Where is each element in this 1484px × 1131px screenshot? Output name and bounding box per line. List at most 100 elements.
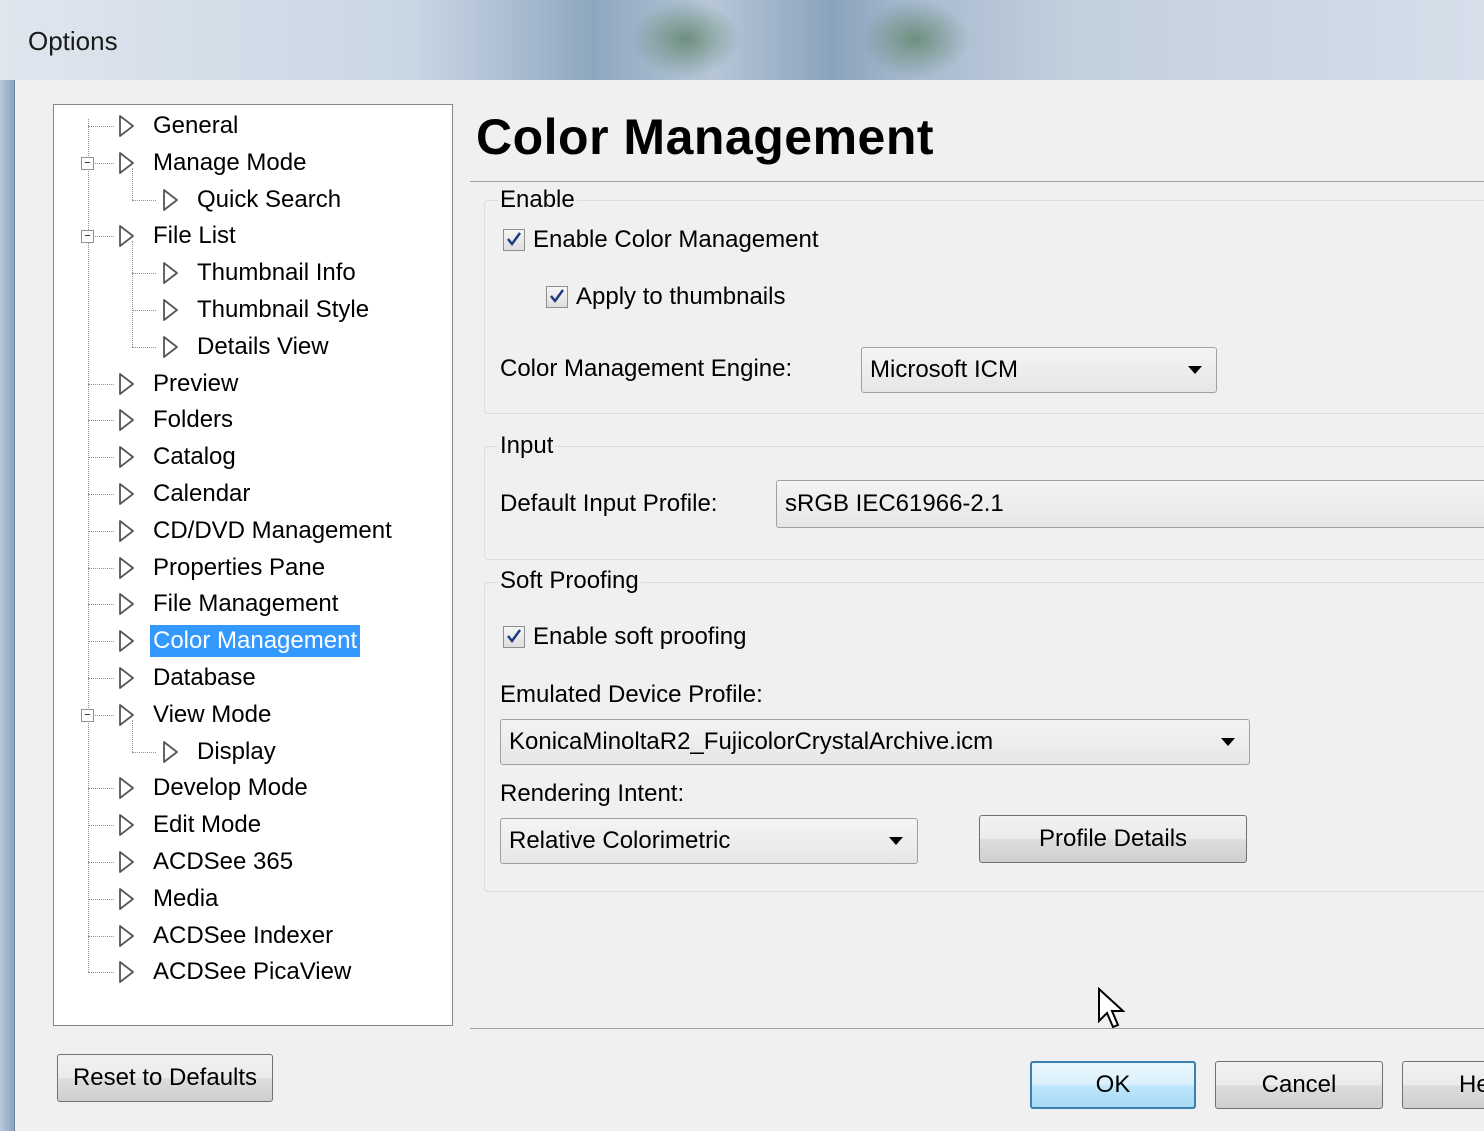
chevron-down-icon [1188, 366, 1202, 374]
engine-dropdown[interactable]: Microsoft ICM [861, 347, 1217, 393]
soft-proofing-group-legend: Soft Proofing [498, 567, 641, 595]
tree-item-label: File List [153, 222, 236, 250]
tree-node-icon [119, 483, 134, 505]
emulated-device-profile-dropdown[interactable]: KonicaMinoltaR2_FujicolorCrystalArchive.… [500, 719, 1250, 765]
title-separator [470, 181, 1484, 182]
tree-item-file-management[interactable]: File Management [116, 587, 341, 621]
collapse-icon[interactable]: − [81, 708, 94, 722]
tree-node-icon [119, 630, 134, 653]
tree-connector [88, 567, 114, 569]
cancel-button[interactable]: Cancel [1215, 1061, 1383, 1109]
tree-item-acdsee-indexer[interactable]: ACDSee Indexer [116, 919, 336, 953]
tree-item-label: Color Management [150, 625, 361, 658]
tree-node-icon [119, 519, 134, 542]
tree-item-label: Preview [153, 369, 239, 397]
engine-value: Microsoft ICM [870, 356, 1019, 383]
tree-item-quick-search[interactable]: Quick Search [160, 183, 344, 217]
chevron-down-icon [1221, 738, 1235, 746]
tree-item-calendar[interactable]: Calendar [116, 477, 253, 511]
apply-to-thumbnails-label: Apply to thumbnails [576, 283, 786, 310]
tree-connector [88, 420, 114, 422]
tree-item-label: File Management [153, 590, 339, 618]
mouse-cursor-icon [1098, 987, 1126, 1029]
tree-connector [132, 241, 133, 347]
reset-to-defaults-button[interactable]: Reset to Defaults [57, 1054, 273, 1102]
chevron-down-icon [889, 837, 903, 845]
tree-item-label: Quick Search [197, 185, 342, 213]
tree-item-thumbnail-style[interactable]: Thumbnail Style [160, 293, 372, 327]
tree-item-label: Media [153, 884, 219, 912]
tree-node-icon [119, 225, 134, 248]
tree-item-view-mode[interactable]: View Mode [116, 698, 274, 732]
tree-connector [88, 898, 114, 900]
checkbox-icon [503, 229, 525, 251]
tree-item-label: ACDSee 365 [153, 848, 294, 875]
tree-node-icon [119, 924, 134, 947]
tree-connector [132, 273, 156, 275]
enable-color-management-checkbox[interactable]: Enable Color Management [503, 226, 819, 254]
tree-item-display[interactable]: Display [160, 735, 279, 769]
apply-to-thumbnails-checkbox[interactable]: Apply to thumbnails [546, 283, 785, 311]
title-bar[interactable]: Options [0, 0, 1484, 81]
tree-connector [88, 641, 114, 643]
options-tree[interactable]: General − Manage Mode Quick Search − File Lis… [53, 104, 453, 1026]
tree-item-general[interactable]: General [116, 109, 241, 143]
default-input-profile-label: Default Input Profile: [500, 490, 718, 517]
tree-connector [88, 126, 114, 127]
tree-node-icon [119, 151, 134, 174]
tree-item-properties-pane[interactable]: Properties Pane [116, 551, 328, 585]
tree-item-label: Details View [197, 332, 329, 360]
tree-item-label: Develop Mode [153, 774, 308, 802]
collapse-icon[interactable]: − [81, 156, 94, 170]
tree-node-icon [119, 814, 134, 837]
tree-item-label: Calendar [153, 480, 251, 507]
tree-item-color-management[interactable]: Color Management [116, 624, 361, 658]
enable-soft-proofing-checkbox[interactable]: Enable soft proofing [503, 623, 746, 651]
tree-item-edit-mode[interactable]: Edit Mode [116, 808, 264, 842]
tree-item-details-view[interactable]: Details View [160, 330, 332, 364]
title-bar-decoration [860, 0, 970, 78]
emulated-device-profile-value: KonicaMinoltaR2_FujicolorCrystalArchive.… [509, 728, 994, 755]
rendering-intent-dropdown[interactable]: Relative Colorimetric [500, 818, 918, 864]
tree-item-acdsee-picaview[interactable]: ACDSee PicaView [116, 955, 354, 989]
help-button[interactable]: He [1402, 1061, 1484, 1109]
tree-item-media[interactable]: Media [116, 882, 221, 916]
tree-connector [88, 604, 114, 606]
tree-item-file-list[interactable]: File List [116, 219, 239, 253]
tree-item-preview[interactable]: Preview [116, 367, 241, 401]
tree-item-acdsee-365[interactable]: ACDSee 365 [116, 845, 296, 879]
tree-item-develop-mode[interactable]: Develop Mode [116, 771, 311, 805]
tree-connector [88, 972, 114, 974]
tree-item-catalog[interactable]: Catalog [116, 440, 239, 474]
tree-connector [88, 530, 114, 532]
default-input-profile-dropdown[interactable]: sRGB IEC61966-2.1 [776, 480, 1484, 528]
ok-button[interactable]: OK [1030, 1061, 1196, 1109]
tree-item-folders[interactable]: Folders [116, 403, 236, 437]
tree-node-icon [163, 740, 178, 763]
tree-node-icon [119, 961, 134, 984]
tree-connector [88, 678, 114, 679]
tree-item-thumbnail-info[interactable]: Thumbnail Info [160, 256, 359, 290]
page-title: Color Management [476, 109, 935, 165]
tree-node-icon [119, 593, 134, 616]
checkbox-icon [503, 626, 525, 648]
tree-node-icon [163, 335, 178, 358]
rendering-intent-value: Relative Colorimetric [509, 827, 731, 854]
tree-node-icon [119, 887, 134, 910]
tree-item-label: Folders [153, 406, 234, 434]
tree-item-label: View Mode [153, 700, 272, 728]
tree-node-icon [119, 703, 134, 726]
tree-node-icon [119, 777, 134, 800]
tree-node-icon [119, 851, 134, 873]
collapse-icon[interactable]: − [81, 230, 94, 244]
tree-item-cd-dvd-management[interactable]: CD/DVD Management [116, 514, 395, 548]
tree-connector [88, 788, 114, 790]
footer-separator [470, 1028, 1484, 1029]
enable-soft-proofing-label: Enable soft proofing [533, 623, 747, 650]
tree-item-manage-mode[interactable]: Manage Mode [116, 146, 309, 180]
tree-item-label: CD/DVD Management [153, 516, 392, 544]
tree-item-database[interactable]: Database [116, 661, 259, 695]
profile-details-button[interactable]: Profile Details [979, 815, 1247, 863]
tree-node-icon [163, 299, 178, 321]
enable-group-legend: Enable [498, 186, 577, 214]
